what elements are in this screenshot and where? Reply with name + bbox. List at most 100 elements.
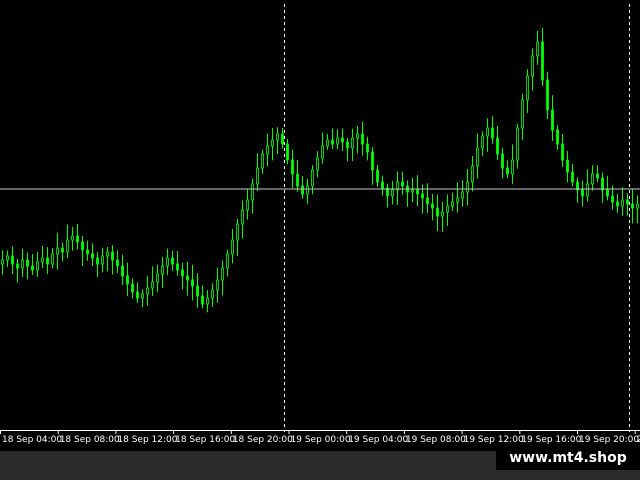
candle-body xyxy=(241,209,244,225)
candle-body xyxy=(231,239,234,255)
candle-body xyxy=(186,275,189,281)
candle-body xyxy=(371,151,374,171)
candle-body xyxy=(456,197,459,203)
candle-body xyxy=(46,257,49,265)
candle-body xyxy=(141,293,144,299)
watermark-logo: www.mt4.shop xyxy=(496,446,640,470)
candle-body xyxy=(31,265,34,271)
candle-body xyxy=(271,139,274,147)
time-axis-label: 18 Sep 20:00 xyxy=(233,435,293,445)
candle-body xyxy=(111,251,114,261)
candle-body xyxy=(246,199,249,211)
candle-body xyxy=(131,283,134,293)
candle-body xyxy=(336,137,339,145)
candle-body xyxy=(341,137,344,143)
candle-body xyxy=(166,257,169,267)
candle-body xyxy=(441,211,444,217)
candle-body xyxy=(291,159,294,175)
candle-body xyxy=(471,165,474,183)
candle-body xyxy=(276,133,279,141)
chart-window[interactable]: 18 Sep 04:00 18 Sep 08:00 18 Sep 12:00 18 S… xyxy=(0,0,640,480)
candle-body xyxy=(616,201,619,207)
candle-body xyxy=(421,193,424,199)
candle-body xyxy=(321,145,324,159)
candle-body xyxy=(236,223,239,241)
candle-body xyxy=(636,203,639,209)
candle-body xyxy=(201,295,204,305)
time-axis-label: 19 Sep 16:00 xyxy=(521,435,581,445)
candle-body xyxy=(16,263,19,269)
candle-body xyxy=(101,255,104,265)
time-axis-label: 18 Sep 12:00 xyxy=(117,435,177,445)
time-axis: 18 Sep 04:0018 Sep 08:0018 Sep 12:0018 S… xyxy=(0,430,640,445)
candle-body xyxy=(351,137,354,149)
candle-body xyxy=(296,173,299,187)
time-axis-label: 19 Sep 20:00 xyxy=(579,435,639,445)
candle-body xyxy=(621,199,624,207)
candle-body xyxy=(466,181,469,193)
candle-body xyxy=(26,259,29,267)
candle-body xyxy=(91,253,94,259)
candle-body xyxy=(546,79,549,111)
candle-body xyxy=(11,255,14,265)
time-axis-label: 19 Sep 00:00 xyxy=(291,435,351,445)
candle-body xyxy=(226,253,229,269)
candle-body xyxy=(541,41,544,81)
candle-body xyxy=(516,127,519,161)
candle-body xyxy=(381,181,384,189)
candle-body xyxy=(196,285,199,297)
candle-body xyxy=(626,199,629,205)
candle-body xyxy=(146,287,149,295)
candle-body xyxy=(346,141,349,149)
candles-layer xyxy=(1,28,639,313)
candle-body xyxy=(151,281,154,289)
candle-body xyxy=(566,159,569,173)
candle-body xyxy=(366,143,369,153)
candle-body xyxy=(251,183,254,201)
candle-body xyxy=(361,133,364,145)
candle-body xyxy=(221,267,224,281)
candle-body xyxy=(571,171,574,183)
candle-body xyxy=(116,259,119,267)
time-axis-label: 18 Sep 08:00 xyxy=(60,435,120,445)
candle-body xyxy=(36,261,39,271)
candle-body xyxy=(586,183,589,197)
candle-body xyxy=(1,259,4,265)
candle-body xyxy=(401,181,404,187)
candle-body xyxy=(211,289,214,299)
price-chart[interactable]: 18 Sep 04:0018 Sep 08:0018 Sep 12:0018 S… xyxy=(0,0,640,480)
candle-body xyxy=(391,189,394,197)
candle-body xyxy=(556,129,559,145)
candle-body xyxy=(606,189,609,197)
candle-body xyxy=(596,173,599,179)
candle-body xyxy=(266,145,269,155)
candle-body xyxy=(551,109,554,131)
candle-body xyxy=(86,249,89,255)
candle-body xyxy=(446,205,449,213)
candle-body xyxy=(501,153,504,169)
candle-body xyxy=(426,197,429,205)
candle-body xyxy=(561,143,564,161)
candle-body xyxy=(136,291,139,299)
candle-body xyxy=(491,127,494,139)
candle-body xyxy=(526,75,529,101)
candle-body xyxy=(41,257,44,263)
candle-body xyxy=(121,265,124,277)
candle-body xyxy=(331,139,334,145)
candle-body xyxy=(356,133,359,139)
candle-body xyxy=(216,279,219,291)
candle-body xyxy=(61,247,64,253)
candle-body xyxy=(81,241,84,251)
candle-body xyxy=(481,135,484,149)
candle-body xyxy=(281,133,284,145)
candle-body xyxy=(301,185,304,195)
candle-body xyxy=(326,139,329,147)
candle-body xyxy=(96,257,99,265)
candle-body xyxy=(181,269,184,277)
time-axis-label: 18 Sep 16:00 xyxy=(175,435,235,445)
candle-body xyxy=(66,239,69,253)
candle-body xyxy=(176,263,179,271)
candle-body xyxy=(261,153,264,169)
candle-body xyxy=(521,99,524,129)
candle-body xyxy=(601,177,604,191)
